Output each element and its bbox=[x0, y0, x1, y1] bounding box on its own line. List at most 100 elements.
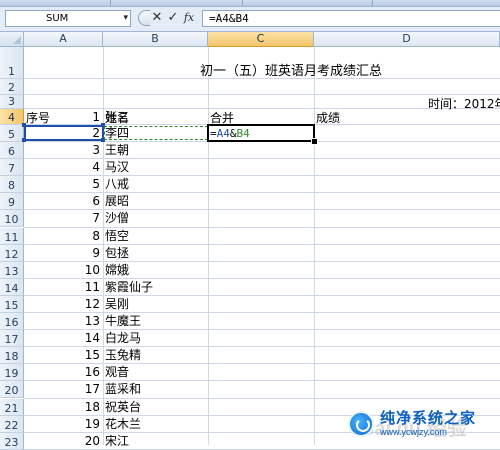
formula-buttons: ✕ ✓ fx bbox=[138, 9, 200, 29]
cell-seq[interactable]: 19 bbox=[24, 417, 100, 431]
cell-name[interactable]: 祝英台 bbox=[105, 400, 141, 414]
row-header-5[interactable]: 5 bbox=[0, 125, 24, 142]
cell-name[interactable]: 沙僧 bbox=[105, 211, 129, 225]
active-cell-formula: =A4&B4 bbox=[210, 127, 250, 141]
cell-name[interactable]: 紫霞仙子 bbox=[105, 280, 153, 294]
site-url: www.ycwjzy.com bbox=[380, 427, 447, 437]
cell-seq[interactable]: 14 bbox=[24, 331, 100, 345]
row-header-18[interactable]: 18 bbox=[0, 347, 24, 365]
row-header-20[interactable]: 20 bbox=[0, 381, 24, 399]
cell-seq[interactable]: 17 bbox=[24, 382, 100, 396]
row-header-10[interactable]: 10 bbox=[0, 210, 24, 228]
row-gridline bbox=[24, 175, 500, 177]
row-gridline bbox=[24, 243, 500, 245]
row-header-16[interactable]: 16 bbox=[0, 313, 24, 331]
cell-name[interactable]: 吴刚 bbox=[105, 297, 129, 311]
cell-name[interactable]: 宋江 bbox=[105, 434, 129, 448]
fill-handle[interactable] bbox=[311, 138, 318, 145]
row-header-13[interactable]: 13 bbox=[0, 261, 24, 279]
cell-seq[interactable]: 11 bbox=[24, 280, 100, 294]
column-header-c[interactable]: C bbox=[208, 32, 314, 47]
row-gridline bbox=[24, 380, 500, 382]
cell-name[interactable]: 马汉 bbox=[105, 160, 129, 174]
row-gridline bbox=[24, 294, 500, 296]
row-header-14[interactable]: 14 bbox=[0, 278, 24, 296]
cell-seq[interactable]: 12 bbox=[24, 297, 100, 311]
reference-handle[interactable] bbox=[22, 123, 26, 127]
cancel-icon[interactable]: ✕ bbox=[150, 10, 164, 26]
row-header-6[interactable]: 6 bbox=[0, 142, 24, 160]
row-gridline bbox=[24, 312, 500, 313]
reference-handle[interactable] bbox=[22, 138, 26, 142]
row-header-21[interactable]: 21 bbox=[0, 398, 24, 416]
formula-ref-a4: A4 bbox=[216, 127, 230, 140]
site-title: 纯净系统之家 bbox=[380, 409, 477, 427]
row-gridline bbox=[24, 329, 500, 331]
cell-name[interactable]: 包拯 bbox=[105, 246, 129, 260]
row-header-15[interactable]: 15 bbox=[0, 295, 24, 313]
row-header-3[interactable]: 3 bbox=[0, 95, 24, 109]
column-header-d[interactable]: D bbox=[314, 32, 500, 47]
cell-name[interactable]: 花木兰 bbox=[105, 417, 141, 431]
formula-input[interactable]: =A4&B4 bbox=[202, 10, 500, 27]
select-all-corner[interactable] bbox=[0, 32, 24, 47]
cell-name[interactable]: 牛魔王 bbox=[105, 314, 141, 328]
row-gridline bbox=[24, 397, 500, 399]
row-header-2[interactable]: 2 bbox=[0, 79, 24, 95]
cell-name[interactable]: 嫦娥 bbox=[105, 263, 129, 277]
column-header-b[interactable]: B bbox=[103, 32, 208, 47]
cell-seq[interactable]: 1 bbox=[24, 110, 100, 124]
cell-name[interactable]: 蓝采和 bbox=[105, 382, 141, 396]
spreadsheet-grid[interactable]: A B C D 1 2 3 4 5 6 7 8 9 10 11 12 13 14 15 16 17 18 19 20 2… bbox=[0, 32, 500, 450]
cell-name[interactable]: 王朝 bbox=[105, 143, 129, 157]
cell-seq[interactable]: 20 bbox=[24, 434, 100, 448]
row-gridline bbox=[24, 277, 500, 279]
cell-seq[interactable]: 8 bbox=[24, 229, 100, 243]
chevron-down-icon[interactable]: ▾ bbox=[123, 11, 128, 26]
cell-seq[interactable]: 5 bbox=[24, 177, 100, 191]
cell-seq[interactable]: 6 bbox=[24, 194, 100, 208]
cell-name[interactable]: 展昭 bbox=[105, 194, 129, 208]
cell-seq[interactable]: 4 bbox=[24, 160, 100, 174]
ribbon-separator bbox=[110, 0, 111, 6]
cell-name[interactable]: 白龙马 bbox=[105, 331, 141, 345]
cell-seq[interactable]: 3 bbox=[24, 143, 100, 157]
row-header-17[interactable]: 17 bbox=[0, 330, 24, 348]
row-header-8[interactable]: 8 bbox=[0, 176, 24, 194]
row-header-4[interactable]: 4 bbox=[0, 109, 24, 125]
row-header-12[interactable]: 12 bbox=[0, 244, 24, 262]
row-header-19[interactable]: 19 bbox=[0, 364, 24, 382]
row-gridline bbox=[24, 260, 500, 262]
column-header-a[interactable]: A bbox=[24, 32, 103, 47]
cell-seq[interactable]: 18 bbox=[24, 400, 100, 414]
cell-name[interactable]: 悟空 bbox=[105, 229, 129, 243]
row-header-9[interactable]: 9 bbox=[0, 193, 24, 211]
cell-seq[interactable]: 9 bbox=[24, 246, 100, 260]
cell-seq[interactable]: 15 bbox=[24, 348, 100, 362]
cell-name[interactable]: 张三 bbox=[105, 110, 129, 124]
row-header-7[interactable]: 7 bbox=[0, 159, 24, 177]
ribbon-separator bbox=[242, 0, 243, 6]
cell-seq[interactable]: 16 bbox=[24, 365, 100, 379]
row-header-23[interactable]: 23 bbox=[0, 432, 24, 450]
name-box[interactable]: SUM ▾ bbox=[5, 10, 131, 27]
cell-seq[interactable]: 10 bbox=[24, 263, 100, 277]
formula-bar-grip-icon bbox=[138, 10, 150, 26]
formula-equals: = bbox=[210, 127, 217, 140]
row-header-22[interactable]: 22 bbox=[0, 415, 24, 433]
insert-function-icon[interactable]: fx bbox=[182, 10, 196, 26]
row-header-1[interactable]: 1 bbox=[0, 47, 24, 79]
cell-name[interactable]: 玉兔精 bbox=[105, 348, 141, 362]
row-gridline bbox=[24, 209, 500, 211]
row-gridline bbox=[24, 363, 500, 365]
row-gridline bbox=[24, 192, 500, 194]
cell-seq[interactable]: 13 bbox=[24, 314, 100, 328]
cell-seq[interactable]: 7 bbox=[24, 211, 100, 225]
row-header-11[interactable]: 11 bbox=[0, 227, 24, 245]
column-gridline bbox=[208, 47, 209, 445]
enter-icon[interactable]: ✓ bbox=[166, 10, 180, 26]
cell-name[interactable]: 观音 bbox=[105, 365, 129, 379]
site-logo-icon bbox=[348, 411, 374, 437]
cell-name[interactable]: 八戒 bbox=[105, 177, 129, 191]
name-box-value: SUM bbox=[46, 13, 69, 24]
